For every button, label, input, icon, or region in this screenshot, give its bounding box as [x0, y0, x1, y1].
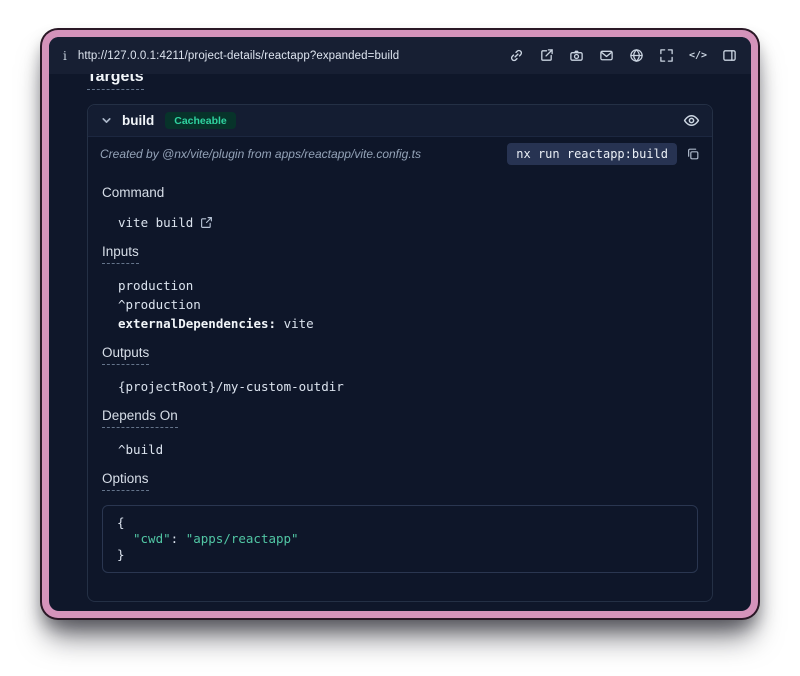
app-window: i http://127.0.0.1:4211/project-details/… [42, 30, 758, 618]
command-value: vite build [118, 215, 193, 230]
cacheable-badge: Cacheable [165, 112, 236, 129]
input-item-external-deps: externalDependencies: vite [118, 316, 698, 331]
chevron-down-icon[interactable] [100, 114, 113, 127]
titlebar-actions: </> [509, 48, 737, 63]
outputs-section-label[interactable]: Outputs [102, 345, 149, 365]
build-card-header[interactable]: build Cacheable [88, 105, 712, 137]
mail-icon[interactable] [599, 48, 614, 63]
project-details-page: Targets build Cacheable Created by @nx/v… [49, 74, 751, 611]
export-icon[interactable] [539, 48, 554, 63]
build-card-body: Command vite build Inputs production ^pr… [88, 169, 712, 601]
eye-icon[interactable] [683, 112, 700, 129]
sidebar-panel-icon[interactable] [722, 48, 737, 63]
output-item: {projectRoot}/my-custom-outdir [118, 379, 698, 394]
address-bar-url[interactable]: http://127.0.0.1:4211/project-details/re… [78, 50, 399, 62]
external-deps-label: externalDependencies: [118, 316, 276, 331]
copy-icon[interactable] [686, 147, 700, 161]
code-line: { [117, 515, 683, 531]
depends-on-item: ^build [118, 442, 698, 457]
external-deps-value: vite [284, 316, 314, 331]
code-icon[interactable]: </> [689, 50, 707, 61]
build-card-subheader: Created by @nx/vite/plugin from apps/rea… [88, 137, 712, 169]
external-link-icon[interactable] [200, 216, 213, 229]
inputs-section-label[interactable]: Inputs [102, 244, 139, 264]
command-section-label: Command [102, 185, 164, 201]
input-item: ^production [118, 297, 698, 312]
options-code-block: { "cwd": "apps/reactapp" } [102, 505, 698, 573]
code-line: "cwd": "apps/reactapp" [117, 531, 683, 547]
browser-window: i http://127.0.0.1:4211/project-details/… [49, 37, 751, 611]
targets-heading: Targets [87, 74, 144, 90]
depends-on-section-label[interactable]: Depends On [102, 408, 178, 428]
json-key: "cwd" [133, 531, 171, 546]
target-name: build [122, 113, 154, 128]
created-by-text: Created by @nx/vite/plugin from apps/rea… [100, 147, 498, 161]
code-line: } [117, 547, 683, 563]
json-separator: : [171, 531, 186, 546]
input-item: production [118, 278, 698, 293]
options-section-label[interactable]: Options [102, 471, 149, 491]
expand-icon[interactable] [659, 48, 674, 63]
link-icon[interactable] [509, 48, 524, 63]
browser-titlebar: i http://127.0.0.1:4211/project-details/… [49, 37, 751, 74]
run-command-chip: nx run reactapp:build [507, 143, 677, 165]
info-icon[interactable]: i [63, 49, 67, 63]
build-target-card: build Cacheable Created by @nx/vite/plug… [87, 104, 713, 602]
json-value: "apps/reactapp" [186, 531, 299, 546]
camera-icon[interactable] [569, 48, 584, 63]
globe-icon[interactable] [629, 48, 644, 63]
